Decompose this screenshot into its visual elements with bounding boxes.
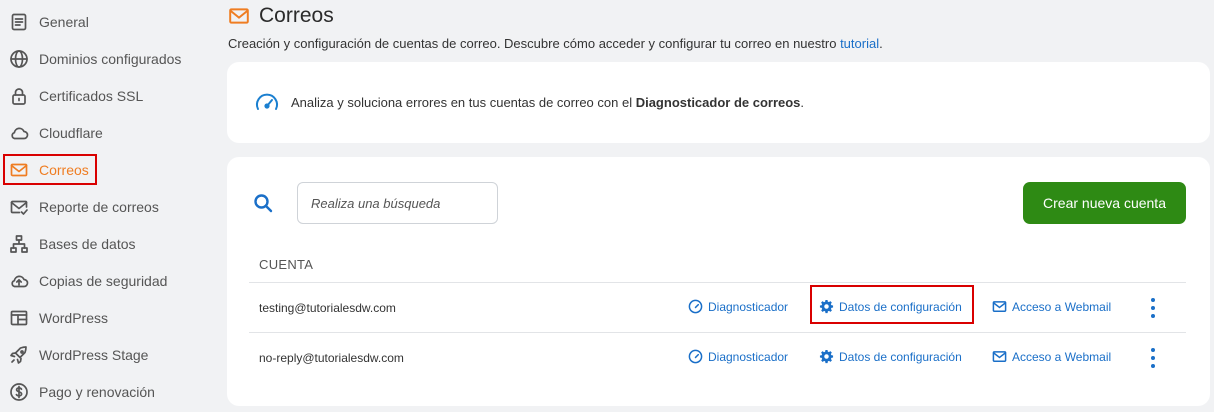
sidebar-item-label: WordPress Stage bbox=[39, 347, 149, 363]
accounts-panel: Crear nueva cuenta CUENTA testing@tutori… bbox=[227, 157, 1210, 406]
mail-icon bbox=[992, 299, 1007, 314]
speedometer-icon bbox=[254, 90, 280, 121]
account-email: no-reply@tutorialesdw.com bbox=[259, 351, 404, 365]
page-title: Correos bbox=[259, 4, 334, 27]
column-header-cuenta: CUENTA bbox=[259, 257, 314, 272]
speedometer-icon bbox=[688, 349, 703, 364]
cloud-icon bbox=[8, 122, 30, 144]
webmail-label: Acceso a Webmail bbox=[1012, 349, 1112, 364]
mail-check-icon bbox=[8, 196, 30, 218]
gear-icon bbox=[819, 349, 834, 364]
sidebar-item-label: Certificados SSL bbox=[39, 88, 144, 104]
highlight-box bbox=[810, 285, 974, 324]
diagnostic-link[interactable]: Diagnosticador bbox=[688, 299, 788, 314]
diagnostic-label: Diagnosticador bbox=[708, 349, 789, 364]
search-icon[interactable] bbox=[253, 193, 273, 218]
diagnostic-banner: Analiza y soluciona errores en tus cuent… bbox=[227, 62, 1210, 143]
highlight-box bbox=[3, 154, 97, 185]
mail-icon bbox=[228, 5, 250, 27]
config-data-label: Datos de configuración bbox=[839, 349, 962, 364]
sidebar-item-label: Dominios configurados bbox=[39, 51, 182, 67]
sidebar-item-label: Cloudflare bbox=[39, 125, 103, 141]
rocket-icon bbox=[8, 344, 30, 366]
globe-icon bbox=[8, 48, 30, 70]
sidebar-item-label: WordPress bbox=[39, 310, 108, 326]
database-tree-icon bbox=[8, 233, 30, 255]
sidebar-item-wordpress[interactable]: WordPress bbox=[8, 304, 114, 332]
divider bbox=[249, 332, 1186, 333]
search-input[interactable] bbox=[297, 182, 498, 224]
diagnostic-text-end: . bbox=[800, 95, 805, 110]
sidebar-item-label: Copias de seguridad bbox=[39, 273, 168, 289]
config-data-link[interactable]: Datos de configuración bbox=[819, 349, 962, 364]
webmail-link[interactable]: Acceso a Webmail bbox=[992, 299, 1111, 314]
layout-icon bbox=[8, 307, 30, 329]
diagnostic-text-start: Analiza y soluciona errores en tus cuent… bbox=[291, 95, 636, 110]
webmail-label: Acceso a Webmail bbox=[1012, 299, 1112, 314]
tutorial-link[interactable]: tutorial bbox=[840, 36, 879, 51]
sidebar-item-cloudflare[interactable]: Cloudflare bbox=[8, 119, 109, 147]
sidebar-item-wordpress-stage[interactable]: WordPress Stage bbox=[8, 341, 154, 369]
mail-icon bbox=[992, 349, 1007, 364]
speedometer-icon bbox=[688, 299, 703, 314]
sidebar-item-pago[interactable]: Pago y renovación bbox=[8, 378, 161, 406]
sidebar: General Dominios configurados Certificad… bbox=[0, 0, 200, 412]
sidebar-item-reporte[interactable]: Reporte de correos bbox=[8, 193, 165, 221]
sidebar-item-ssl[interactable]: Certificados SSL bbox=[8, 82, 149, 110]
dollar-circle-icon bbox=[8, 381, 30, 403]
sidebar-item-general[interactable]: General bbox=[8, 8, 95, 36]
document-icon bbox=[8, 11, 30, 33]
sidebar-item-label: Pago y renovación bbox=[39, 384, 155, 400]
page-subtitle: Creación y configuración de cuentas de c… bbox=[228, 36, 883, 51]
cloud-upload-icon bbox=[8, 270, 30, 292]
subtitle-text: Creación y configuración de cuentas de c… bbox=[228, 36, 841, 51]
subtitle-end: . bbox=[879, 36, 883, 51]
sidebar-item-label: Bases de datos bbox=[39, 236, 136, 252]
webmail-link[interactable]: Acceso a Webmail bbox=[992, 349, 1111, 364]
create-account-button[interactable]: Crear nueva cuenta bbox=[1023, 182, 1186, 224]
sidebar-item-label: Reporte de correos bbox=[39, 199, 159, 215]
more-options-icon[interactable] bbox=[1147, 348, 1159, 368]
diagnostic-tool-name[interactable]: Diagnosticador de correos bbox=[636, 95, 801, 110]
divider bbox=[249, 282, 1186, 283]
sidebar-item-dominios[interactable]: Dominios configurados bbox=[8, 45, 187, 73]
diagnostic-text: Analiza y soluciona errores en tus cuent… bbox=[291, 95, 804, 110]
sidebar-item-copias[interactable]: Copias de seguridad bbox=[8, 267, 173, 295]
sidebar-item-label: General bbox=[39, 14, 89, 30]
sidebar-item-bases[interactable]: Bases de datos bbox=[8, 230, 142, 258]
more-options-icon[interactable] bbox=[1147, 298, 1159, 318]
account-email: testing@tutorialesdw.com bbox=[259, 301, 396, 315]
page-header: Correos bbox=[228, 3, 334, 29]
diagnostic-link[interactable]: Diagnosticador bbox=[688, 349, 788, 364]
lock-icon bbox=[8, 85, 30, 107]
diagnostic-label: Diagnosticador bbox=[708, 299, 789, 314]
